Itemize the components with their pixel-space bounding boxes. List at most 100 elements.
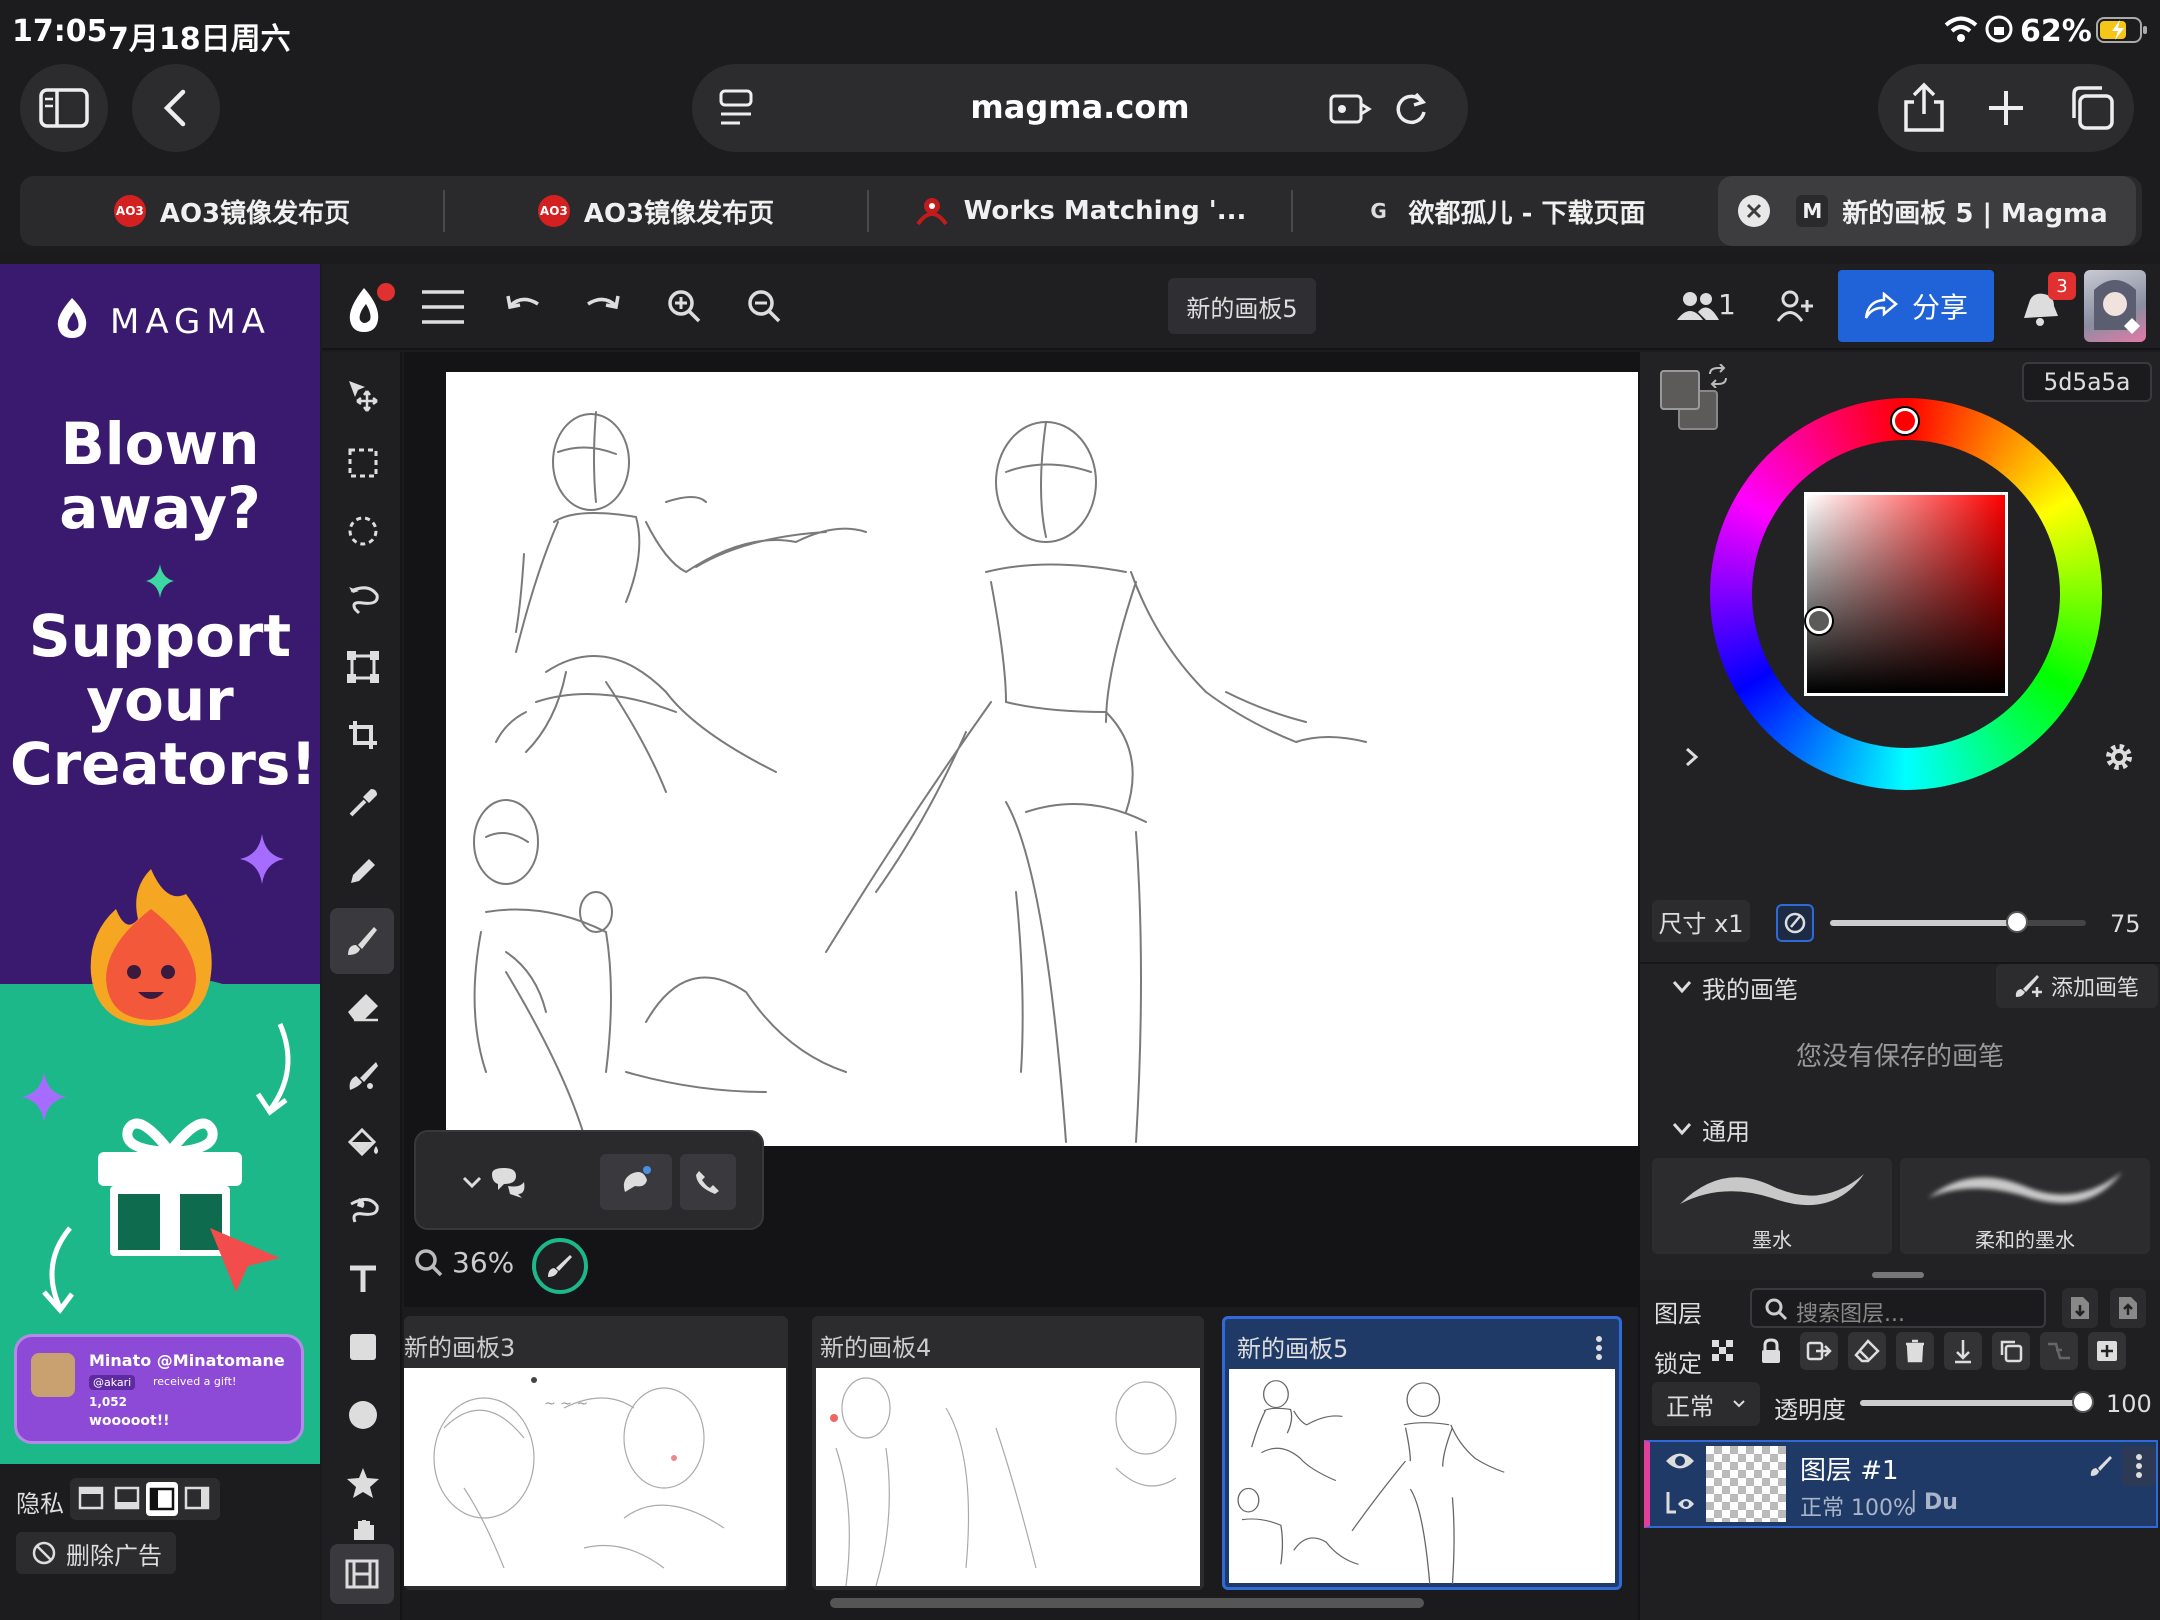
panel-resize-handle[interactable] xyxy=(1872,1272,1924,1278)
chevron-down-icon[interactable] xyxy=(1672,980,1692,994)
new-tab-icon[interactable] xyxy=(1986,88,2026,128)
board-title[interactable]: 新的画板5 xyxy=(1168,278,1316,334)
opacity-slider-handle[interactable] xyxy=(2072,1391,2094,1413)
blend-mode-select[interactable]: 正常 xyxy=(1652,1382,1760,1426)
chevron-right-icon[interactable] xyxy=(1684,746,1700,768)
extension-icon[interactable] xyxy=(1328,90,1372,128)
add-layer-button[interactable] xyxy=(2088,1332,2126,1370)
brush-preset-ink[interactable]: 墨水 xyxy=(1652,1158,1892,1254)
import-layer-button[interactable] xyxy=(2062,1288,2098,1328)
eraser-tool[interactable] xyxy=(336,980,390,1034)
general-section-title[interactable]: 通用 xyxy=(1702,1112,1750,1147)
layout-bottom-icon[interactable] xyxy=(114,1486,140,1510)
users-icon[interactable] xyxy=(1676,290,1720,322)
sv-picker-handle[interactable] xyxy=(1806,608,1832,634)
close-tab-button[interactable] xyxy=(1738,195,1770,227)
board-thumb-5[interactable]: 新的画板5 xyxy=(1222,1316,1622,1590)
hex-color-input[interactable]: 5d5a5a xyxy=(2022,362,2152,402)
zoom-out-icon[interactable] xyxy=(746,288,782,324)
swap-colors-icon[interactable] xyxy=(1706,364,1730,388)
brush-tool[interactable] xyxy=(330,908,394,974)
export-layer-button[interactable] xyxy=(2110,1288,2146,1328)
tab-ao3-mirror-2[interactable]: AO3 AO3镜像发布页 xyxy=(444,176,868,246)
duplicate-layer-button[interactable] xyxy=(1992,1332,2030,1370)
share-button[interactable]: 分享 xyxy=(1838,270,1994,342)
remove-ads-button[interactable]: 删除广告 xyxy=(16,1532,176,1574)
merge-down-button[interactable] xyxy=(1944,1332,1982,1370)
redo-icon[interactable] xyxy=(584,290,622,322)
size-slider-track[interactable] xyxy=(1830,911,2086,933)
layer-search-field[interactable]: 搜索图层... xyxy=(1750,1288,2046,1328)
add-brush-button[interactable]: 添加画笔 xyxy=(1996,964,2158,1008)
fill-lasso-tool[interactable] xyxy=(336,1184,390,1238)
size-slider-handle[interactable] xyxy=(2006,911,2028,933)
eyedropper-tool[interactable] xyxy=(336,776,390,830)
strip-scrollbar[interactable] xyxy=(830,1598,1424,1608)
layer-lock-settings-icon[interactable] xyxy=(1664,1486,1696,1516)
fill-tool[interactable] xyxy=(336,1116,390,1170)
trash-icon xyxy=(1906,1339,1924,1363)
saturation-value-square[interactable] xyxy=(1804,492,2008,696)
boards-button[interactable] xyxy=(330,1544,394,1604)
chat-toggle-icon[interactable] xyxy=(462,1168,526,1200)
share-icon[interactable] xyxy=(1902,82,1946,134)
layer-menu-button[interactable] xyxy=(2122,1446,2156,1486)
opacity-slider-track[interactable] xyxy=(1860,1391,2094,1413)
voice-chat-button[interactable] xyxy=(600,1154,672,1210)
brush-preset-soft-ink[interactable]: 柔和的墨水 xyxy=(1900,1158,2150,1254)
address-bar[interactable]: magma.com xyxy=(692,64,1468,152)
back-button[interactable] xyxy=(132,64,220,152)
hue-picker-handle[interactable] xyxy=(1892,408,1918,434)
rectangle-tool[interactable] xyxy=(336,1320,390,1374)
brush-preview-button[interactable] xyxy=(532,1238,588,1294)
clear-layer-button[interactable] xyxy=(1848,1332,1886,1370)
reload-icon[interactable] xyxy=(1392,88,1430,128)
layout-left-icon[interactable] xyxy=(146,1482,178,1516)
tab-ao3-mirror-1[interactable]: AO3 AO3镜像发布页 xyxy=(20,176,444,246)
ellipse-tool[interactable] xyxy=(336,1388,390,1442)
layer-action-1[interactable] xyxy=(1800,1332,1838,1370)
delete-layer-button[interactable] xyxy=(1896,1332,1934,1370)
more-vertical-icon[interactable] xyxy=(1595,1335,1603,1361)
board-thumb-4[interactable]: 新的画板4 xyxy=(812,1316,1204,1590)
undo-icon[interactable] xyxy=(504,290,542,322)
smudge-tool[interactable] xyxy=(336,1048,390,1102)
call-button[interactable] xyxy=(680,1154,736,1210)
lock-transparency-button[interactable] xyxy=(1704,1332,1742,1370)
avatar[interactable] xyxy=(2084,270,2146,342)
primary-color-swatch[interactable] xyxy=(1660,370,1700,410)
lasso-tool[interactable] xyxy=(336,572,390,626)
eye-icon[interactable] xyxy=(1664,1450,1696,1472)
tab-magma-board[interactable]: M 新的画板 5 | Magma xyxy=(1718,176,2136,246)
lock-layer-button[interactable] xyxy=(1752,1332,1790,1370)
layer-row[interactable]: 图层 #1 正常 100% | Du xyxy=(1644,1440,2158,1528)
transform-tool[interactable] xyxy=(336,640,390,694)
ellipse-select-tool[interactable] xyxy=(336,504,390,558)
pressure-toggle[interactable] xyxy=(1776,904,1814,942)
crop-tool[interactable] xyxy=(336,708,390,762)
pencil-tool[interactable] xyxy=(336,844,390,898)
tabs-overview-icon[interactable] xyxy=(2068,84,2116,132)
hand-tool[interactable] xyxy=(336,1520,390,1540)
shape-tool[interactable] xyxy=(336,1456,390,1510)
zoom-in-icon[interactable] xyxy=(666,288,702,324)
drawing-canvas[interactable] xyxy=(446,372,1638,1146)
clip-layer-button[interactable] xyxy=(2040,1332,2078,1370)
chevron-down-icon[interactable] xyxy=(1672,1122,1692,1136)
size-multiplier[interactable]: 尺寸 x1 xyxy=(1652,900,1750,942)
gear-icon[interactable] xyxy=(2104,742,2134,772)
layout-top-icon[interactable] xyxy=(78,1486,104,1510)
ad-banner[interactable]: MAGMA Blown away? Support your Creators!… xyxy=(0,264,320,1464)
rect-select-tool[interactable] xyxy=(336,436,390,490)
move-tool[interactable] xyxy=(336,368,390,422)
layout-right-icon[interactable] xyxy=(184,1486,210,1510)
board-thumb-3[interactable]: 新的画板3 ~ ~ ~ xyxy=(404,1316,788,1590)
invite-user-icon[interactable] xyxy=(1776,290,1814,322)
magma-logo-icon[interactable] xyxy=(342,280,396,338)
sidebar-toggle-button[interactable] xyxy=(20,64,108,152)
menu-icon[interactable] xyxy=(420,288,466,326)
tab-download-page[interactable]: G 欲都孤儿 - 下载页面 xyxy=(1292,176,1716,246)
my-brushes-title[interactable]: 我的画笔 xyxy=(1702,970,1798,1005)
text-tool[interactable] xyxy=(336,1252,390,1306)
tab-works-matching[interactable]: Works Matching '... xyxy=(868,176,1292,246)
